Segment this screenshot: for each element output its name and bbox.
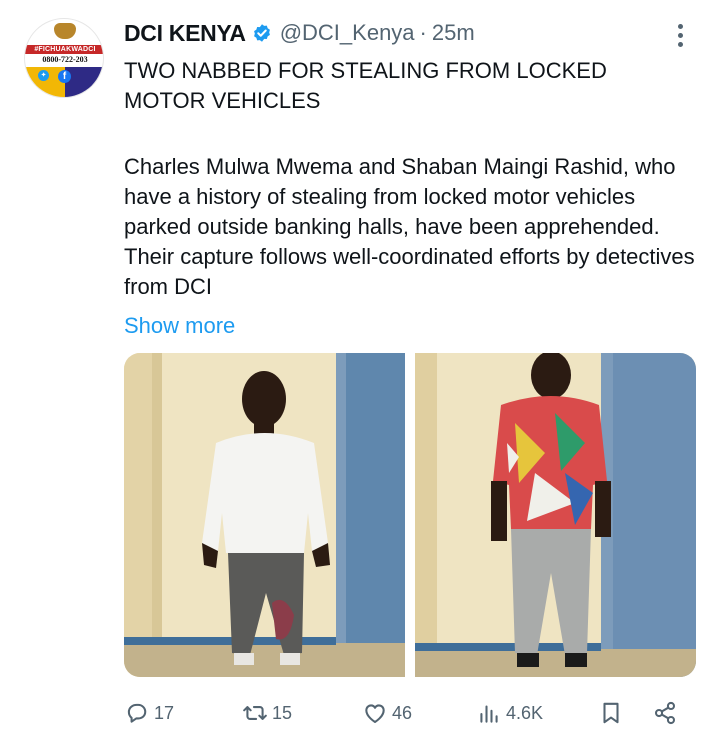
retweet-button[interactable]: 15 bbox=[242, 697, 292, 729]
show-more-link[interactable]: Show more bbox=[124, 311, 235, 341]
heart-icon bbox=[365, 704, 385, 724]
like-button[interactable]: 46 bbox=[362, 697, 412, 729]
photo-man-patterned-shirt bbox=[415, 353, 696, 677]
retweet-count: 15 bbox=[272, 702, 293, 723]
more-options-icon[interactable] bbox=[670, 20, 690, 50]
avatar[interactable]: #FICHUAKWADCI 0800-722-203 ✦ f bbox=[24, 18, 104, 98]
views-count: 4.6K bbox=[506, 702, 544, 723]
media-photo-2[interactable] bbox=[415, 353, 696, 677]
like-count: 46 bbox=[392, 702, 413, 723]
views-chart-icon bbox=[480, 705, 498, 723]
views-button[interactable]: 4.6K bbox=[476, 697, 543, 729]
avatar-phone-text: 0800-722-203 bbox=[42, 55, 88, 64]
reply-button[interactable]: 17 bbox=[124, 697, 174, 729]
tweet-body: Charles Mulwa Mwema and Shaban Maingi Ra… bbox=[124, 154, 695, 299]
avatar-banner-text: #FICHUAKWADCI bbox=[25, 45, 103, 54]
tweet-header: DCI KENYA @DCI_Kenya · 25m bbox=[124, 18, 475, 48]
separator-dot: · bbox=[419, 20, 427, 45]
share-button[interactable] bbox=[652, 697, 678, 729]
verified-badge-icon bbox=[253, 24, 270, 42]
share-icon bbox=[654, 701, 676, 725]
twitter-bird-icon: ✦ bbox=[38, 70, 49, 81]
media-grid bbox=[124, 353, 696, 677]
bookmark-button[interactable] bbox=[598, 697, 624, 729]
timestamp[interactable]: 25m bbox=[432, 20, 475, 46]
handle[interactable]: @DCI_Kenya bbox=[280, 20, 415, 46]
facebook-icon: f bbox=[58, 70, 71, 83]
tweet-text: TWO NABBED FOR STEALING FROM LOCKED MOTO… bbox=[124, 56, 696, 302]
display-name[interactable]: DCI KENYA bbox=[124, 20, 246, 47]
coat-of-arms-icon bbox=[54, 23, 76, 39]
bookmark-icon bbox=[603, 702, 619, 724]
photo-man-white-shirt bbox=[124, 353, 405, 677]
reply-icon bbox=[127, 703, 147, 723]
action-bar: 17 15 46 4.6K bbox=[124, 697, 690, 729]
retweet-icon bbox=[243, 706, 267, 720]
tweet-title: TWO NABBED FOR STEALING FROM LOCKED MOTO… bbox=[124, 58, 607, 113]
reply-count: 17 bbox=[154, 702, 175, 723]
avatar-blue-block bbox=[65, 67, 103, 97]
media-photo-1[interactable] bbox=[124, 353, 405, 677]
